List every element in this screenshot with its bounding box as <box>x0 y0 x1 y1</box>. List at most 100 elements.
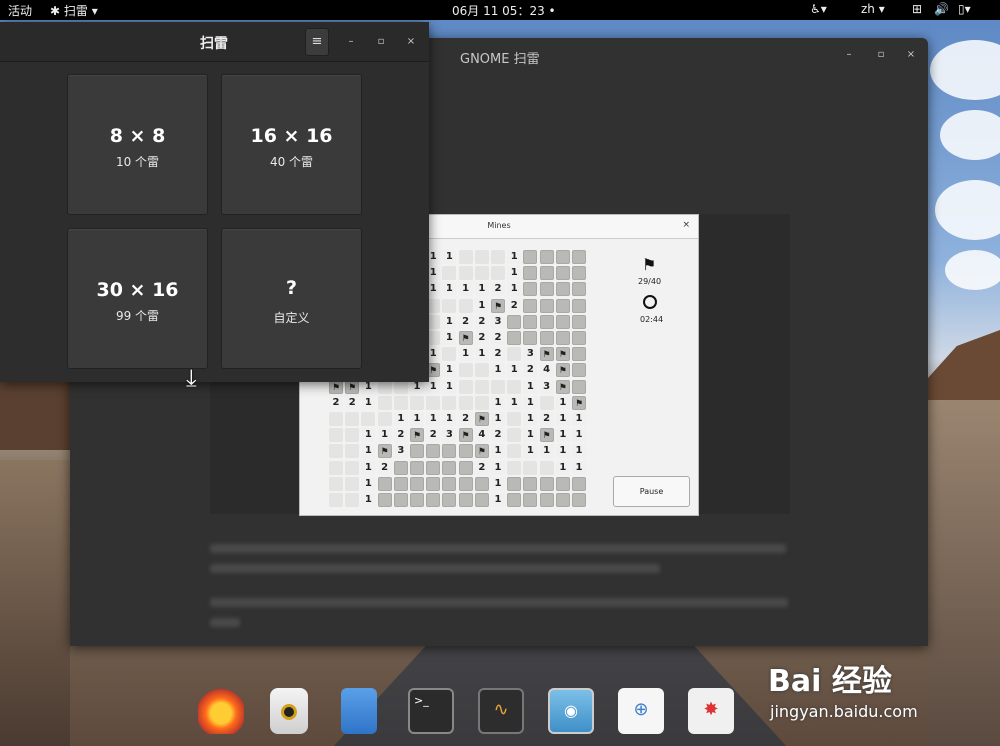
flag-counter: 29/40 <box>638 277 662 286</box>
mine-cell <box>539 282 554 297</box>
mine-cell <box>458 476 473 491</box>
mine-cell <box>329 428 343 443</box>
mine-cell <box>507 444 522 459</box>
software-icon[interactable]: ⊕ <box>618 688 664 734</box>
mine-cell: ⚑ <box>458 331 473 345</box>
mine-cell: 2 <box>377 460 392 475</box>
mine-cell: 1 <box>361 493 376 507</box>
mine-cell: 2 <box>474 331 489 345</box>
clock[interactable]: 06月 11 05：23 • <box>452 2 556 19</box>
mine-cell: ⚑ <box>377 444 392 459</box>
minimize-button[interactable]: – <box>342 33 360 51</box>
mine-cell: ⚑ <box>555 363 570 378</box>
mine-cell <box>426 493 441 507</box>
mine-cell <box>474 395 489 410</box>
mine-cell: 1 <box>393 412 408 426</box>
mine-cell <box>442 476 457 491</box>
mine-cell: 2 <box>474 314 489 329</box>
mine-cell <box>426 460 441 475</box>
tile-size: 8 × 8 <box>109 125 166 147</box>
mine-cell: 1 <box>361 444 376 459</box>
mine-cell <box>345 444 360 459</box>
mine-cell <box>572 314 586 329</box>
bg-close-button[interactable]: × <box>902 46 920 64</box>
mine-cell <box>523 314 538 329</box>
mine-cell <box>474 250 489 264</box>
battery-icon[interactable]: ▯▾ <box>958 2 971 16</box>
mine-cell: 1 <box>523 412 538 426</box>
mines-app-icon[interactable]: ✸ <box>688 688 734 734</box>
mine-cell <box>377 493 392 507</box>
mine-cell: 2 <box>491 331 505 345</box>
mine-cell: 3 <box>442 428 457 443</box>
activities-button[interactable]: 活动 <box>8 2 32 19</box>
tile-16x16[interactable]: 16 × 16 40 个雷 <box>221 74 362 215</box>
mine-cell: 2 <box>539 412 554 426</box>
firefox-icon[interactable] <box>198 688 244 734</box>
mine-cell <box>345 476 360 491</box>
terminal-icon[interactable]: >_ <box>408 688 454 734</box>
mine-cell: 2 <box>491 282 505 297</box>
bg-minimize-button[interactable]: – <box>840 46 858 64</box>
bg-maximize-button[interactable]: ▫ <box>872 46 890 64</box>
mine-cell: 2 <box>491 428 505 443</box>
mine-cell <box>442 298 457 313</box>
mine-cell <box>442 266 457 281</box>
tile-30x16[interactable]: 30 × 16 99 个雷 <box>67 228 208 369</box>
mine-cell <box>442 444 457 459</box>
mine-cell <box>393 395 408 410</box>
mine-cell <box>539 266 554 281</box>
mine-cell: 1 <box>572 428 586 443</box>
mine-cell <box>410 460 424 475</box>
tile-8x8[interactable]: 8 × 8 10 个雷 <box>67 74 208 215</box>
mine-cell <box>458 493 473 507</box>
mine-cell <box>377 476 392 491</box>
mine-cell: 4 <box>539 363 554 378</box>
clock-icon <box>643 295 657 309</box>
mine-cell <box>458 250 473 264</box>
mine-cell: 1 <box>474 298 489 313</box>
mine-cell <box>555 314 570 329</box>
mine-cell: 1 <box>555 395 570 410</box>
mine-cell: ⚑ <box>410 428 424 443</box>
mine-cell <box>572 476 586 491</box>
close-button[interactable]: × <box>402 33 420 51</box>
system-monitor-icon[interactable]: ∿ <box>478 688 524 734</box>
mine-cell <box>474 476 489 491</box>
mine-cell <box>377 395 392 410</box>
mine-cell <box>539 250 554 264</box>
mine-cell: 2 <box>474 460 489 475</box>
accessibility-icon[interactable]: ♿▾ <box>810 2 827 16</box>
mine-cell <box>539 460 554 475</box>
mine-cell: 3 <box>523 347 538 362</box>
main-window-title: 扫雷 <box>200 36 228 52</box>
tile-size: 16 × 16 <box>250 125 333 147</box>
mine-cell <box>555 282 570 297</box>
mine-cell <box>393 460 408 475</box>
tile-custom[interactable]: ? 自定义 <box>221 228 362 369</box>
mine-cell <box>345 412 360 426</box>
network-icon[interactable]: ⊞ <box>912 2 922 16</box>
language-indicator[interactable]: zh ▾ <box>861 2 885 16</box>
rhythmbox-icon[interactable] <box>270 688 308 734</box>
mine-cell <box>523 298 538 313</box>
mine-cell: 1 <box>491 363 505 378</box>
mine-cell <box>572 266 586 281</box>
screenshot-icon[interactable]: ◉ <box>548 688 594 734</box>
maximize-button[interactable]: ▫ <box>372 33 390 51</box>
app-menu[interactable]: ✱ 扫雷 ▾ <box>50 2 98 19</box>
mine-cell: 1 <box>442 331 457 345</box>
mine-cell <box>539 476 554 491</box>
mine-cell: 1 <box>458 282 473 297</box>
mine-cell <box>555 493 570 507</box>
mine-cell: ⚑ <box>539 347 554 362</box>
hamburger-menu-button[interactable]: ≡ <box>305 28 329 56</box>
mine-cell: 3 <box>539 379 554 394</box>
mine-cell <box>555 331 570 345</box>
mine-cell <box>539 298 554 313</box>
mine-cell: 1 <box>555 460 570 475</box>
files-icon[interactable] <box>341 688 377 734</box>
volume-icon[interactable]: 🔊 <box>934 2 949 16</box>
mine-cell: 1 <box>442 363 457 378</box>
mine-cell <box>491 379 505 394</box>
